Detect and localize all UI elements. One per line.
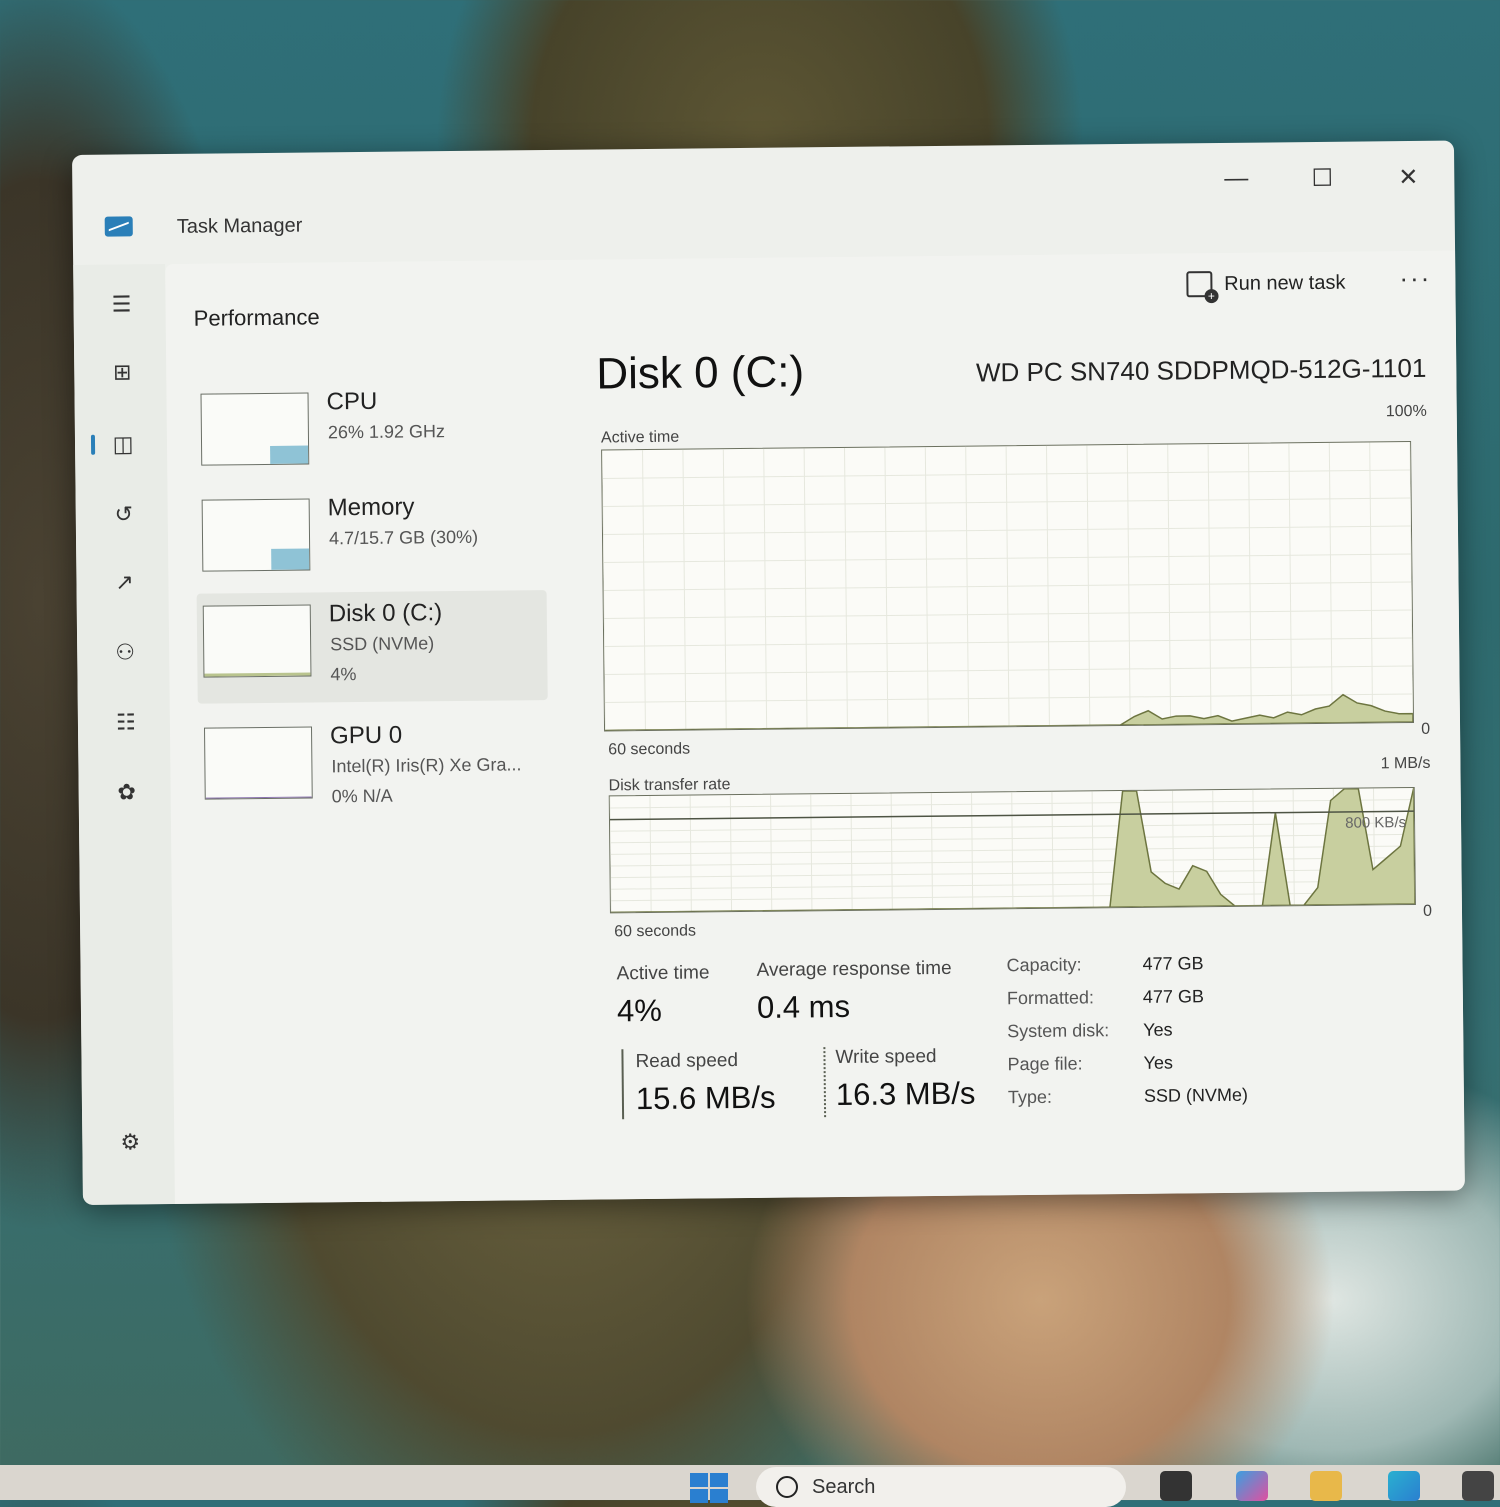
read-speed-divider — [621, 1049, 625, 1120]
property-value: SSD (NVMe) — [1143, 1084, 1249, 1106]
device-thumbnail-graph — [201, 498, 311, 572]
performance-content: Performance Run new task ··· CPU 26% 1.92… — [165, 250, 1465, 1204]
property-label: Formatted: — [1006, 987, 1095, 1009]
run-new-task-label: Run new task — [1224, 271, 1346, 295]
property-value: Yes — [1143, 1019, 1173, 1040]
device-thumbnail-graph — [200, 392, 310, 466]
transfer-rate-graph: 800 KB/s — [608, 786, 1416, 914]
search-icon — [776, 1476, 798, 1498]
startup-apps-icon[interactable]: ↗ — [104, 562, 144, 602]
store-icon[interactable] — [1462, 1471, 1494, 1501]
active-time-graph — [601, 440, 1415, 732]
device-item-2[interactable]: Disk 0 (C:) SSD (NVMe) 4% — [196, 590, 548, 704]
device-usage-fill — [205, 796, 312, 799]
property-value: Yes — [1143, 1052, 1174, 1073]
disk-title: Disk 0 (C:) — [596, 347, 805, 399]
details-icon[interactable]: ☷ — [106, 702, 146, 742]
maximize-button[interactable]: ☐ — [1292, 160, 1352, 197]
device-thumbnail-graph — [204, 726, 313, 800]
hamburger-icon[interactable]: ☰ — [101, 284, 141, 324]
write-speed-divider — [823, 1047, 827, 1118]
services-icon[interactable]: ✿ — [106, 772, 146, 812]
close-button[interactable]: ✕ — [1378, 159, 1438, 196]
transfer-rate-min-label: 0 — [1422, 902, 1433, 920]
active-time-max-label: 100% — [1385, 402, 1427, 421]
active-time-min-label: 0 — [1421, 720, 1431, 738]
device-detail: 4.7/15.7 GB (30%) — [328, 526, 479, 549]
read-speed-value: 15.6 MB/s — [635, 1079, 776, 1117]
device-name: Disk 0 (C:) — [328, 599, 443, 628]
write-speed-label: Write speed — [835, 1045, 937, 1069]
property-value: 477 GB — [1142, 953, 1204, 974]
active-time-graph-label: Active time — [600, 428, 680, 447]
page-title: Performance — [193, 304, 320, 331]
device-item-3[interactable]: GPU 0 Intel(R) Iris(R) Xe Gra... 0% N/A — [198, 712, 549, 826]
copilot-icon[interactable] — [1236, 1471, 1268, 1501]
active-time-stat-label: Active time — [616, 962, 710, 985]
performance-icon[interactable]: ◫ — [103, 424, 143, 464]
property-value: 477 GB — [1142, 986, 1205, 1007]
run-task-icon — [1186, 271, 1213, 298]
transfer-rate-max-label: 1 MB/s — [1380, 754, 1431, 773]
minimize-button[interactable]: — — [1206, 160, 1266, 197]
disk-model: WD PC SN740 SDDPMQD-512G-1101 — [975, 352, 1427, 388]
run-new-task-button[interactable]: Run new task — [1186, 270, 1346, 298]
transfer-rate-graph-label: Disk transfer rate — [608, 776, 731, 795]
disk-detail-panel: Disk 0 (C:) WD PC SN740 SDDPMQD-512G-110… — [596, 341, 1432, 1120]
property-label: Type: — [1007, 1086, 1053, 1108]
task-manager-app-icon — [104, 216, 133, 237]
transfer-rate-time-label: 60 seconds — [614, 922, 697, 941]
avg-response-value: 0.4 ms — [756, 988, 851, 1025]
processes-icon[interactable]: ⊞ — [102, 352, 142, 392]
device-name: GPU 0 — [329, 721, 403, 750]
device-name: Memory — [327, 493, 415, 522]
taskbar-search-label: Search — [812, 1475, 876, 1498]
device-detail: 26% 1.92 GHz — [327, 421, 446, 443]
property-label: Page file: — [1007, 1053, 1083, 1075]
window-title: Task Manager — [176, 214, 303, 238]
title-bar[interactable]: Task Manager — ☐ ✕ — [72, 141, 1455, 265]
property-label: Capacity: — [1006, 954, 1082, 976]
start-button[interactable] — [690, 1473, 728, 1503]
device-detail: Intel(R) Iris(R) Xe Gra... — [331, 754, 522, 777]
device-usage-fill — [204, 672, 311, 677]
users-icon[interactable]: ⚇ — [105, 632, 145, 672]
settings-icon[interactable]: ⚙ — [110, 1122, 150, 1162]
device-name: CPU — [326, 387, 378, 416]
edge-icon[interactable] — [1388, 1471, 1420, 1501]
device-detail: SSD (NVMe) — [330, 633, 435, 655]
transfer-rate-chart — [609, 787, 1416, 914]
taskbar-search-box[interactable]: Search — [756, 1467, 1126, 1507]
transfer-rate-mark-label: 800 KB/s — [1345, 814, 1407, 832]
device-item-1[interactable]: Memory 4.7/15.7 GB (30%) — [195, 484, 546, 598]
read-speed-label: Read speed — [635, 1050, 739, 1073]
active-time-time-label: 60 seconds — [608, 740, 691, 759]
file-explorer-icon[interactable] — [1310, 1471, 1342, 1501]
device-thumbnail-graph — [202, 604, 312, 678]
write-speed-value: 16.3 MB/s — [835, 1075, 976, 1113]
active-time-chart — [601, 441, 1414, 732]
device-usage-fill — [269, 445, 309, 464]
active-time-stat-value: 4% — [616, 992, 662, 1029]
task-manager-window: Task Manager — ☐ ✕ ☰ ⊞ ◫ ↺ ↗ ⚇ ☷ ✿ ⚙ Per… — [72, 140, 1465, 1205]
device-usage: 4% — [330, 664, 357, 685]
nav-sidebar: ☰ ⊞ ◫ ↺ ↗ ⚇ ☷ ✿ ⚙ — [73, 264, 175, 1205]
taskbar: Search — [0, 1465, 1500, 1507]
task-view-icon[interactable] — [1160, 1471, 1192, 1501]
avg-response-label: Average response time — [756, 957, 952, 981]
more-options-button[interactable]: ··· — [1399, 263, 1431, 294]
device-item-0[interactable]: CPU 26% 1.92 GHz — [194, 378, 545, 492]
app-history-icon[interactable]: ↺ — [104, 494, 144, 534]
device-usage-fill — [270, 548, 310, 570]
property-label: System disk: — [1007, 1020, 1110, 1042]
device-usage: 0% N/A — [331, 785, 393, 807]
